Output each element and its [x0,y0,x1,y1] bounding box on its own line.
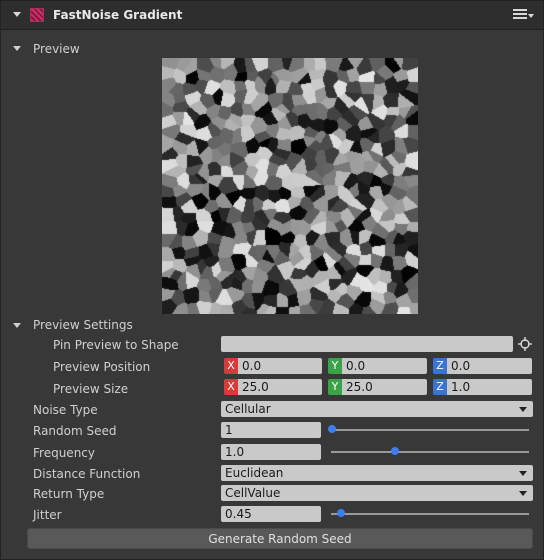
menu-caret-icon[interactable] [528,14,534,18]
noise-type-value: Cellular [225,402,271,416]
pin-preview-field[interactable] [221,336,513,352]
frequency-input[interactable]: 1.0 [221,444,321,460]
jitter-input[interactable]: 0.45 [221,506,321,522]
size-z-axis-label: Z [433,379,447,395]
return-type-value: CellValue [225,486,281,500]
position-z-axis-label: Z [433,358,447,374]
preview-position-label: Preview Position [53,360,151,374]
noise-type-label: Noise Type [33,403,98,417]
noise-raster [162,58,418,314]
preview-fold-icon[interactable] [13,46,21,51]
pin-preview-label: Pin Preview to Shape [53,338,179,352]
size-y-input[interactable]: 25.0 [342,379,427,395]
position-z-input[interactable]: 0.0 [447,358,532,374]
panel-title: FastNoise Gradient [53,8,183,22]
distance-function-dropdown[interactable]: Euclidean [221,465,533,481]
preview-settings-fold-icon[interactable] [13,323,21,328]
hamburger-icon[interactable] [513,9,527,21]
jitter-slider-track[interactable] [331,513,529,515]
preview-settings-label[interactable]: Preview Settings [33,318,133,332]
frequency-label: Frequency [33,446,95,460]
random-seed-slider-thumb[interactable] [328,425,336,433]
size-x-input[interactable]: 25.0 [238,379,322,395]
noise-type-dropdown[interactable]: Cellular [221,401,533,417]
size-y-axis-label: Y [328,379,342,395]
position-x-axis-label: X [224,358,238,374]
target-picker-icon[interactable] [518,337,532,351]
noise-texture-icon [30,8,44,22]
preview-section-label[interactable]: Preview [33,42,80,56]
chevron-down-icon [519,407,527,412]
return-type-label: Return Type [33,487,105,501]
fastnoise-panel: FastNoise Gradient Preview Preview Setti… [0,0,544,560]
panel-header[interactable]: FastNoise Gradient [1,1,543,30]
chevron-down-icon [519,471,527,476]
frequency-slider-track[interactable] [331,451,529,453]
jitter-slider-thumb[interactable] [336,509,345,517]
chevron-down-icon [519,491,527,496]
distance-function-value: Euclidean [225,466,284,480]
return-type-dropdown[interactable]: CellValue [221,485,533,501]
noise-preview-image [162,58,418,314]
jitter-label: Jitter [33,508,62,522]
position-y-input[interactable]: 0.0 [342,358,427,374]
preview-size-label: Preview Size [53,382,129,396]
random-seed-label: Random Seed [33,424,117,438]
random-seed-slider-track[interactable] [331,429,529,431]
cellular-noise-graphic [162,58,418,314]
generate-random-seed-button[interactable]: Generate Random Seed [27,528,533,549]
collapse-arrow-icon[interactable] [13,12,21,17]
size-z-input[interactable]: 1.0 [447,379,532,395]
distance-function-label: Distance Function [33,467,141,481]
position-y-axis-label: Y [328,358,342,374]
size-x-axis-label: X [224,379,238,395]
random-seed-input[interactable]: 1 [221,422,321,438]
position-x-input[interactable]: 0.0 [238,358,322,374]
frequency-slider-thumb[interactable] [391,447,400,455]
